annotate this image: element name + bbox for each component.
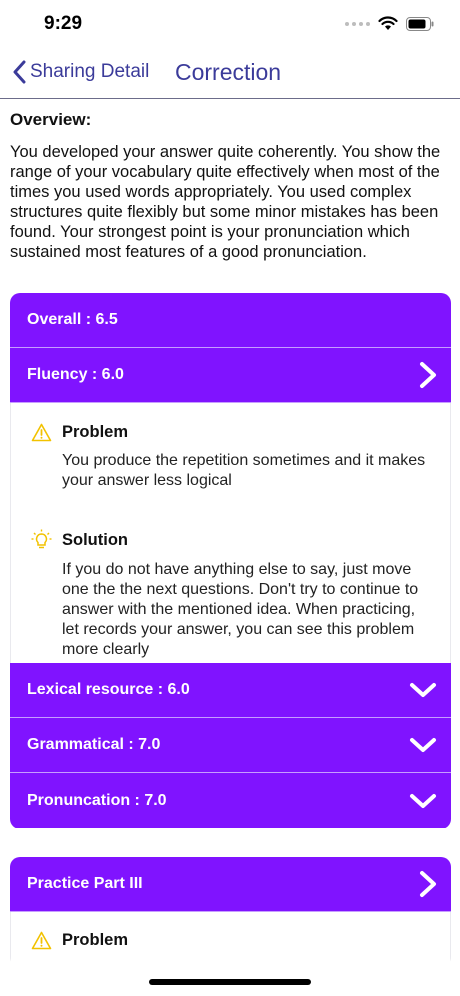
practice-problem-block: Problem — [31, 931, 430, 950]
lexical-resource-row[interactable]: Lexical resource : 6.0 — [10, 663, 451, 718]
back-label: Sharing Detail — [30, 61, 150, 82]
back-button[interactable]: Sharing Detail — [12, 60, 149, 84]
warning-triangle-icon — [31, 931, 52, 950]
fluency-row[interactable]: Fluency : 6.0 — [10, 348, 451, 403]
practice-card: Practice Part III Problem — [10, 857, 451, 967]
overview-heading: Overview: — [10, 110, 92, 129]
chevron-down-icon — [410, 738, 436, 752]
fluency-label: Fluency : 6.0 — [27, 366, 124, 383]
overall-score-label: Overall : 6.5 — [27, 311, 118, 328]
solution-title: Solution — [62, 530, 128, 549]
chevron-down-icon — [410, 793, 436, 808]
page-title: Correction — [175, 59, 282, 85]
navigation-bar: Sharing Detail Correction — [0, 48, 460, 99]
signal-icon — [345, 21, 370, 26]
lexical-resource-label: Lexical resource : 6.0 — [27, 681, 190, 698]
solution-text: If you do not have anything else to say,… — [62, 561, 419, 658]
status-time: 9:29 — [44, 13, 83, 34]
chevron-left-icon — [13, 60, 26, 84]
overview-text: You developed your answer quite coherent… — [10, 143, 441, 261]
overall-score-row: Overall : 6.5 — [10, 293, 451, 348]
practice-detail: Problem — [10, 912, 451, 967]
solution-block: Solution If you do not have anything els… — [31, 529, 430, 660]
fluency-detail: Problem You produce the repetition somet… — [10, 403, 451, 663]
practice-problem-title: Problem — [62, 931, 129, 949]
chevron-right-icon — [420, 362, 436, 388]
status-bar: 9:29 — [0, 0, 460, 48]
score-card: Overall : 6.5 Fluency : 6.0 Problem You … — [10, 293, 451, 829]
home-indicator[interactable] — [149, 979, 311, 985]
pronunciation-row[interactable]: Pronuncation : 7.0 — [10, 773, 451, 828]
lightbulb-icon — [31, 529, 52, 549]
chevron-down-icon — [410, 683, 436, 697]
grammatical-label: Grammatical : 7.0 — [27, 736, 161, 753]
practice-part-row[interactable]: Practice Part III — [10, 857, 451, 912]
pronunciation-label: Pronuncation : 7.0 — [27, 791, 167, 809]
practice-part-label: Practice Part III — [27, 875, 143, 892]
problem-title: Problem — [62, 423, 129, 441]
warning-triangle-icon — [31, 423, 52, 442]
grammatical-row[interactable]: Grammatical : 7.0 — [10, 718, 451, 773]
problem-text: You produce the repetition sometimes and… — [62, 452, 426, 489]
battery-icon — [406, 16, 434, 31]
overview-section: Overview: You developed your answer quit… — [10, 110, 454, 262]
chevron-right-icon — [420, 871, 436, 897]
status-icons — [345, 16, 434, 31]
wifi-icon — [378, 16, 398, 30]
problem-block: Problem You produce the repetition somet… — [31, 423, 430, 491]
